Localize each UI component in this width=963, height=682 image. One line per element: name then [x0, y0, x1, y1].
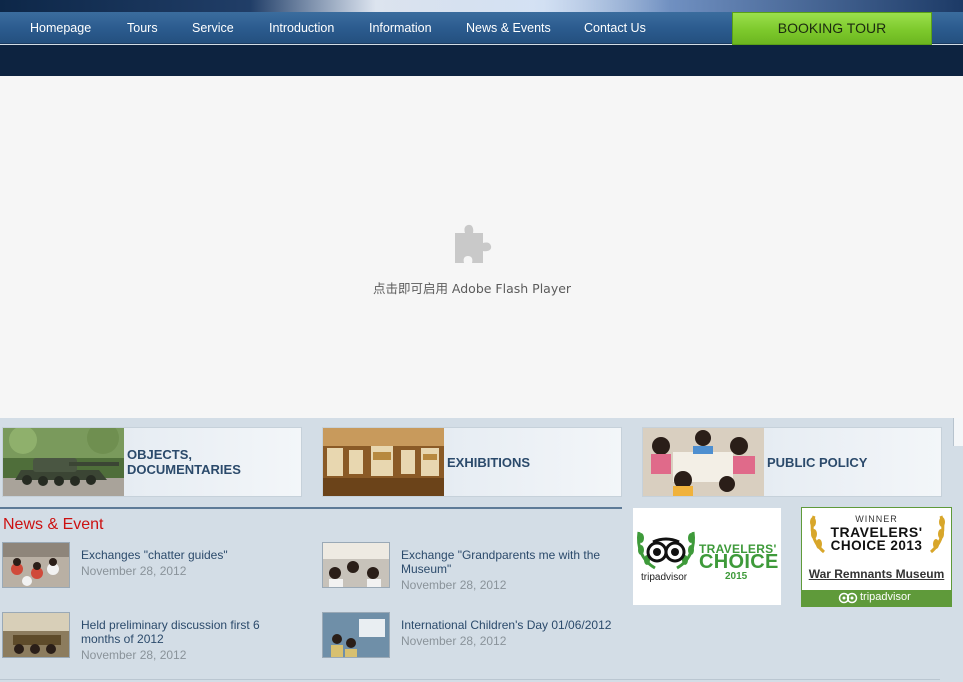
tripadvisor-wordmark: tripadvisor — [860, 591, 911, 603]
category-label: OBJECTS, DOCUMENTARIES — [127, 428, 241, 496]
news-headline[interactable]: Held preliminary discussion first 6 mont… — [81, 618, 301, 646]
banner-clouds — [250, 0, 670, 12]
tank-photo — [3, 428, 124, 496]
news-thumbnail — [2, 612, 70, 658]
news-date: November 28, 2012 — [401, 578, 507, 592]
category-exhibitions[interactable]: EXHIBITIONS — [322, 427, 622, 497]
tripadvisor-owl-icon — [637, 531, 695, 570]
category-label-line1: PUBLIC POLICY — [767, 454, 868, 470]
news-section-title: News & Event — [3, 516, 104, 533]
award-footer: tripadvisor — [802, 590, 951, 606]
award-year: 2015 — [725, 571, 748, 582]
header-dark-band — [0, 45, 963, 76]
award-museum-name-link[interactable]: War Remnants Museum — [802, 567, 951, 581]
nav-service[interactable]: Service — [192, 12, 234, 44]
tripadvisor-winner-2013-badge[interactable]: WINNER TRAVELERS' CHOICE 2013 War Remnan… — [801, 507, 952, 607]
award-winner-label: WINNER — [855, 514, 898, 524]
booking-tour-button[interactable]: BOOKING TOUR — [732, 12, 932, 45]
flash-enable-message[interactable]: 点击即可启用 Adobe Flash Player — [0, 278, 944, 297]
news-item[interactable]: Held preliminary discussion first 6 mont… — [2, 612, 302, 668]
children-drawing-photo — [643, 428, 764, 496]
news-headline[interactable]: Exchanges "chatter guides" — [81, 548, 301, 562]
news-divider — [0, 507, 622, 509]
tripadvisor-owl-icon — [838, 592, 858, 604]
category-label-line1: EXHIBITIONS — [447, 454, 531, 470]
category-label: PUBLIC POLICY — [767, 428, 867, 496]
category-public-policy[interactable]: PUBLIC POLICY — [642, 427, 942, 497]
nav-information[interactable]: Information — [369, 12, 432, 44]
tripadvisor-wordmark: tripadvisor — [641, 572, 688, 583]
news-headline[interactable]: International Children's Day 01/06/2012 — [401, 618, 621, 632]
exhibition-hall-photo — [323, 428, 444, 496]
news-date: November 28, 2012 — [81, 648, 187, 662]
news-headline[interactable]: Exchange "Grandparents me with the Museu… — [401, 548, 621, 576]
award-title-line2: CHOICE 2013 — [830, 538, 923, 553]
news-date: November 28, 2012 — [81, 564, 187, 578]
news-thumbnail — [322, 612, 390, 658]
puzzle-plugin-icon — [455, 224, 492, 263]
news-date: November 28, 2012 — [401, 634, 507, 648]
tripadvisor-travelers-choice-2015-badge[interactable]: tripadvisor TRAVELERS' CHOICE 2015 — [632, 507, 782, 606]
news-item[interactable]: Exchanges "chatter guides" November 28, … — [2, 542, 302, 598]
category-label-line2: DOCUMENTARIES — [127, 462, 241, 477]
news-item[interactable]: International Children's Day 01/06/2012 … — [322, 612, 622, 668]
category-label-line1: OBJECTS, — [127, 447, 193, 462]
side-panel-edge — [953, 418, 963, 446]
news-thumbnail — [2, 542, 70, 588]
news-item[interactable]: Exchange "Grandparents me with the Museu… — [322, 542, 622, 598]
header-banner-strip — [0, 0, 963, 12]
news-thumbnail — [322, 542, 390, 588]
category-objects-documentaries[interactable]: OBJECTS, DOCUMENTARIES — [2, 427, 302, 497]
nav-tours[interactable]: Tours — [127, 12, 158, 44]
nav-contact-us[interactable]: Contact Us — [584, 12, 646, 44]
category-label: EXHIBITIONS — [447, 428, 530, 496]
nav-homepage[interactable]: Homepage — [30, 12, 91, 44]
nav-news-events[interactable]: News & Events — [466, 12, 551, 44]
nav-introduction[interactable]: Introduction — [269, 12, 334, 44]
footer-divider — [0, 679, 940, 680]
flash-plugin-placeholder[interactable]: 点击即可启用 Adobe Flash Player — [0, 76, 963, 418]
